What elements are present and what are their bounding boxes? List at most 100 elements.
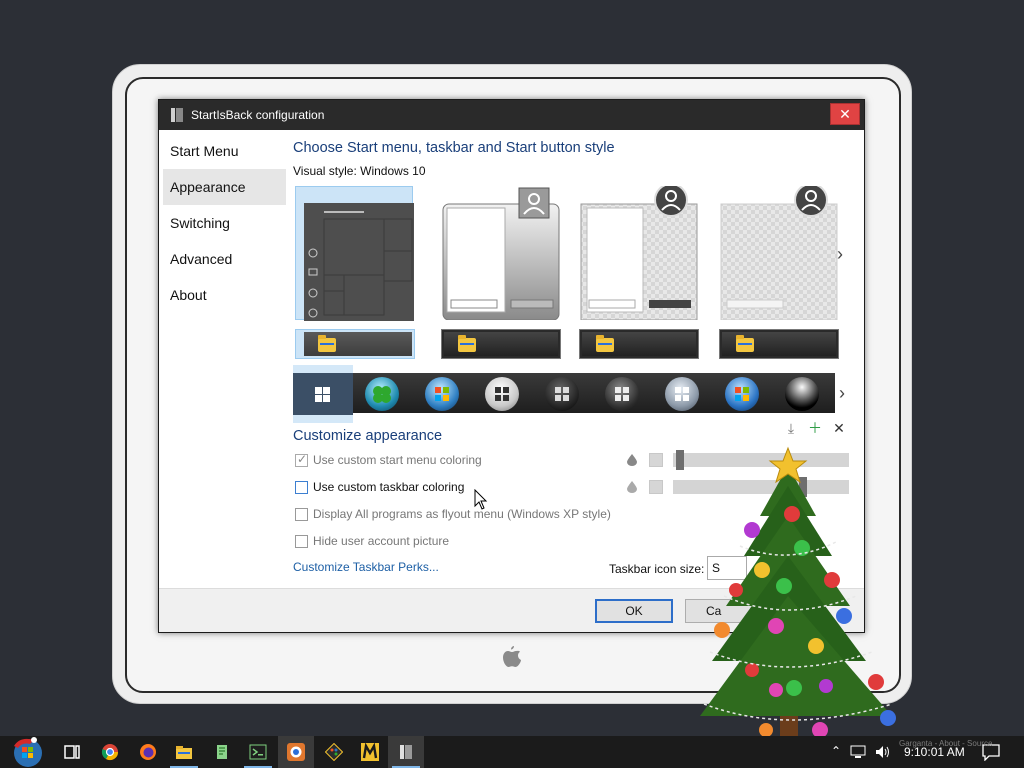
taskbar-m-app[interactable] (352, 736, 388, 768)
christmas-tree-image (700, 446, 896, 738)
windows-flag-icon (555, 387, 569, 401)
color-tools: ⤓ ＋ ✕ (783, 420, 847, 436)
taskbar-color-swatch[interactable] (649, 480, 663, 494)
opacity-drop-icon (627, 481, 637, 493)
folder-icon (318, 335, 336, 352)
taskbar-startisback[interactable] (388, 736, 424, 768)
customize-taskbar-perks-link[interactable]: Customize Taskbar Perks... (293, 560, 439, 574)
taskbar-preview (444, 332, 558, 356)
start-button-dark-orb[interactable] (545, 377, 579, 411)
start-orb-icon (14, 737, 42, 767)
sidebar: Start Menu Appearance Switching Advanced… (159, 130, 287, 588)
visual-style-label: Visual style: Windows 10 (293, 164, 426, 178)
git-icon (325, 743, 343, 761)
close-window-button[interactable]: ✕ (830, 103, 860, 125)
plain-menu-preview (580, 183, 698, 321)
windows10-logo-icon (293, 373, 353, 415)
start-orb-button[interactable] (8, 736, 48, 768)
transparent-menu-preview (720, 183, 838, 321)
tray-overflow-chevron-icon[interactable]: ⌃ (828, 744, 844, 760)
start-button-white-orb[interactable] (485, 377, 519, 411)
volume-icon[interactable] (874, 744, 892, 760)
close-icon[interactable]: ✕ (831, 420, 847, 436)
custom-taskbar-coloring-label: Use custom taskbar coloring (313, 480, 465, 494)
windows-flag-icon (735, 387, 749, 401)
taskbar-firefox[interactable] (130, 736, 166, 768)
window-title: StartIsBack configuration (191, 108, 325, 122)
start-menu-style-windows7[interactable] (441, 186, 560, 321)
notepad-plus-icon (217, 745, 227, 759)
start-menu-style-windows10[interactable] (295, 186, 424, 321)
next-button-styles-chevron-icon[interactable]: › (835, 383, 849, 403)
start-button-windows10[interactable] (293, 365, 353, 423)
xp-flyout-checkbox[interactable] (295, 508, 308, 521)
next-menu-styles-chevron-icon[interactable]: › (833, 244, 847, 264)
windows7-menu-preview (442, 187, 560, 321)
obs-icon (287, 743, 305, 761)
taskbar-file-explorer[interactable] (166, 736, 202, 768)
title-bar[interactable]: StartIsBack configuration ✕ (159, 100, 864, 130)
chrome-icon (101, 744, 119, 761)
windows-flag-icon (435, 387, 449, 401)
file-explorer-icon (176, 746, 192, 759)
custom-start-menu-coloring-label: Use custom start menu coloring (313, 453, 482, 467)
network-icon[interactable] (850, 744, 866, 760)
start-button-blue-orb[interactable] (725, 377, 759, 411)
startisback-icon (400, 745, 412, 759)
start-button-silver-orb[interactable] (665, 377, 699, 411)
xp-flyout-label: Display All programs as flyout menu (Win… (313, 507, 611, 521)
download-icon[interactable]: ⤓ (783, 420, 799, 436)
taskbar-style-windows7[interactable] (441, 329, 561, 359)
folder-icon (736, 335, 754, 352)
style-heading: Choose Start menu, taskbar and Start but… (293, 140, 615, 156)
slider-thumb[interactable] (676, 450, 684, 470)
folder-icon (458, 335, 476, 352)
start-menu-style-transparent[interactable] (719, 183, 838, 321)
console-icon (249, 744, 267, 760)
windows-flag-icon (615, 387, 629, 401)
start-button-windows7-orb[interactable] (425, 377, 459, 411)
sidebar-item-advanced[interactable]: Advanced (163, 241, 286, 277)
apple-logo-icon (503, 646, 521, 667)
start-button-metal-orb[interactable] (605, 377, 639, 411)
opacity-drop-icon (627, 454, 637, 466)
custom-start-menu-coloring-checkbox[interactable] (295, 452, 308, 467)
start-menu-style-plain[interactable] (579, 183, 698, 321)
windows10-menu-preview (304, 203, 424, 321)
task-view-icon (64, 745, 80, 759)
taskbar-style-plain[interactable] (579, 329, 699, 359)
ok-button[interactable]: OK (595, 599, 673, 623)
firefox-icon (140, 744, 156, 760)
windows-taskbar: ⌃ 9:10:01 AM (0, 736, 1024, 768)
taskbar-icon-size-label: Taskbar icon size: (609, 562, 705, 576)
taskbar-preview (582, 332, 696, 356)
hide-account-picture-checkbox[interactable] (295, 535, 308, 548)
sidebar-item-start-menu[interactable]: Start Menu (163, 133, 286, 169)
start-button-clover-orb[interactable] (365, 377, 399, 411)
taskbar-style-transparent[interactable] (719, 329, 839, 359)
custom-taskbar-coloring-checkbox[interactable] (295, 481, 308, 494)
taskbar-git[interactable] (316, 736, 352, 768)
taskbar-preview (722, 332, 836, 356)
start-menu-color-swatch[interactable] (649, 453, 663, 467)
taskbar-notepad-plus[interactable] (204, 736, 240, 768)
hide-account-picture-label: Hide user account picture (313, 534, 450, 548)
sidebar-item-about[interactable]: About (163, 277, 286, 313)
taskbar-preview (304, 332, 412, 356)
taskbar-chrome[interactable] (92, 736, 128, 768)
folder-icon (596, 335, 614, 352)
taskbar-obs[interactable] (278, 736, 314, 768)
watermark-credit: Garganta - About - Source (899, 739, 993, 748)
sidebar-item-appearance[interactable]: Appearance (163, 169, 286, 205)
start-button-black-orb[interactable] (785, 377, 819, 411)
mouse-cursor-icon (474, 489, 488, 510)
customize-heading: Customize appearance (293, 428, 443, 444)
taskbar-style-windows10[interactable] (295, 329, 415, 359)
windows-flag-icon (675, 387, 689, 401)
windows-flag-icon (495, 387, 509, 401)
m-app-icon (361, 743, 379, 761)
taskbar-console[interactable] (240, 736, 276, 768)
plus-icon[interactable]: ＋ (807, 420, 823, 436)
task-view-button[interactable] (54, 736, 90, 768)
sidebar-item-switching[interactable]: Switching (163, 205, 286, 241)
